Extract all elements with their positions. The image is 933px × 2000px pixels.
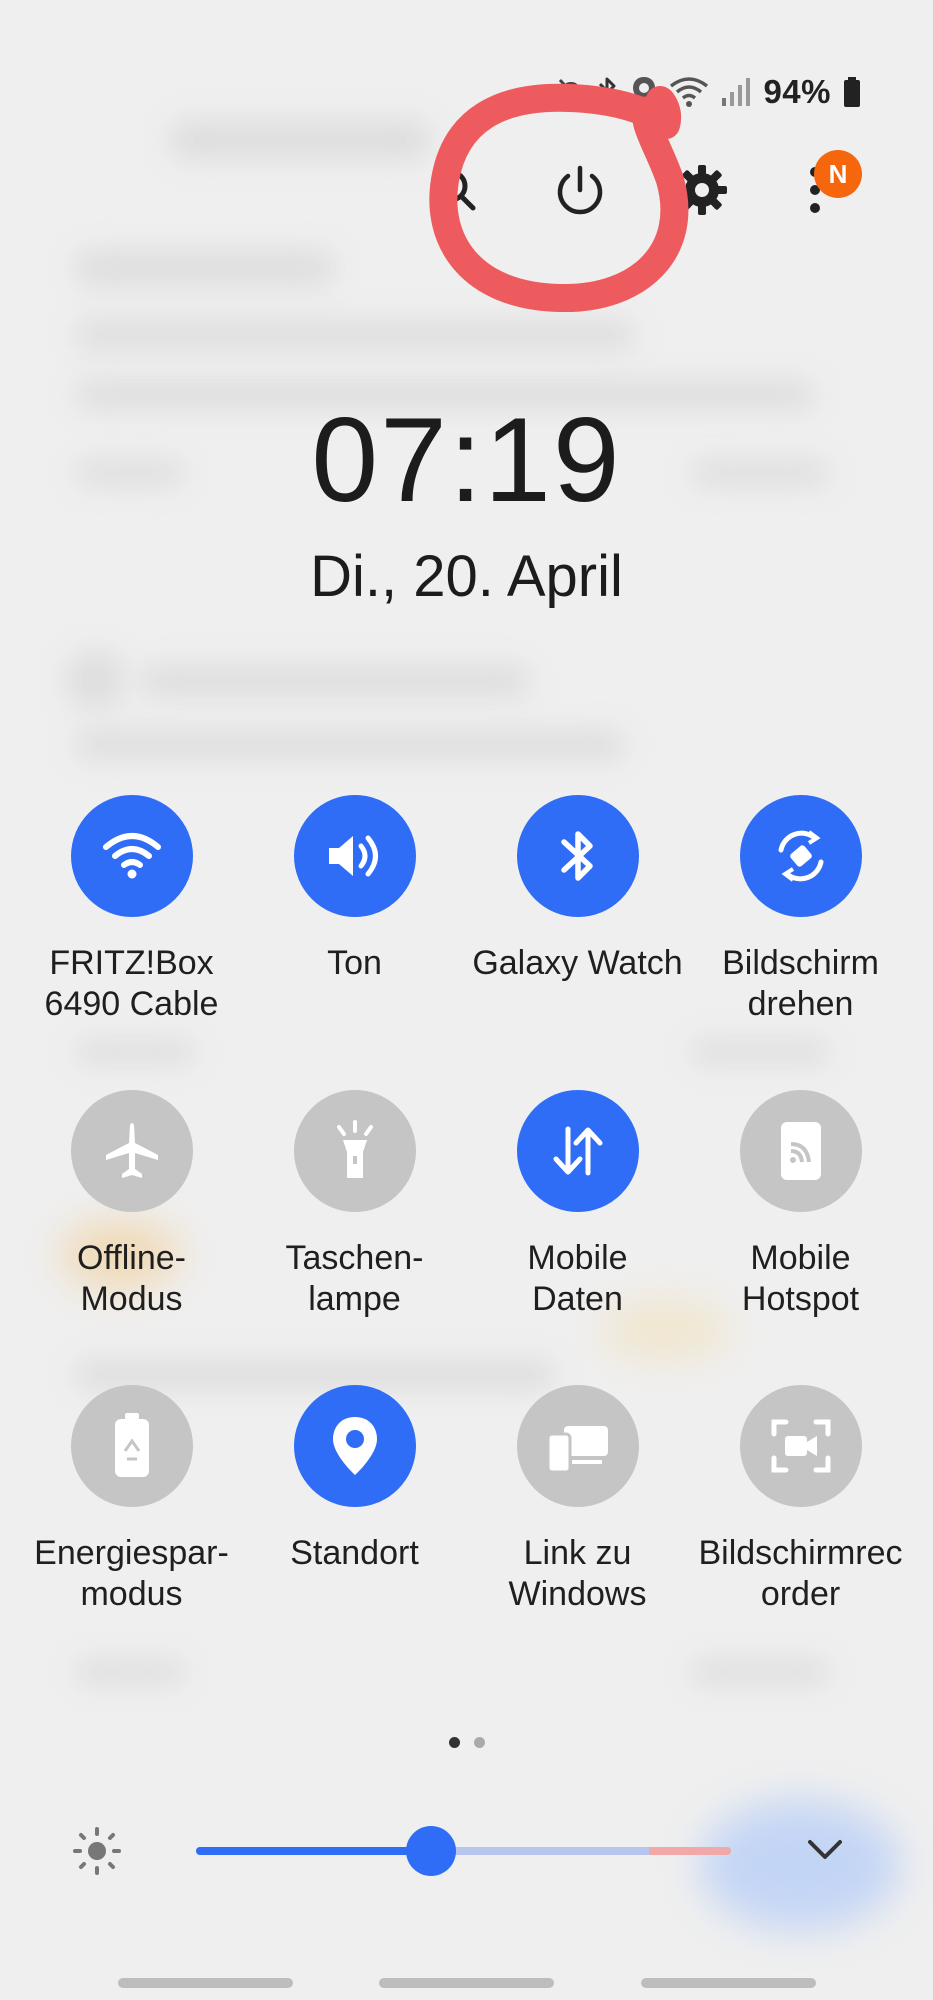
tile-bluetooth[interactable]: Galaxy Watch [466,795,689,1025]
quick-panel-actions [0,150,933,240]
silent-icon [557,76,585,108]
tile-label: Link zu Windows [508,1534,647,1613]
brightness-slider-thumb[interactable] [406,1826,457,1876]
tile-hotspot[interactable]: Mobile Hotspot [689,1090,912,1320]
tile-wifi[interactable]: FRITZ!Box 6490 Cable [20,795,243,1025]
status-bar: 94% [557,72,861,112]
flashlight-icon[interactable] [293,1090,416,1212]
tile-label: Offline- Modus [77,1239,186,1318]
cellular-signal-icon [721,76,751,108]
nav-recents[interactable] [118,1978,293,1988]
page-dot[interactable] [473,1737,485,1748]
bluetooth-icon[interactable] [516,795,639,917]
location-icon [631,75,657,109]
power-icon[interactable] [540,150,620,230]
battery-icon [843,77,861,107]
tile-mobile-data[interactable]: Mobile Daten [466,1090,689,1320]
chevron-down-icon[interactable] [800,1830,850,1870]
screen-recorder-icon[interactable] [739,1385,862,1507]
tile-airplane-mode[interactable]: Offline- Modus [20,1090,243,1320]
tile-screen-recorder[interactable]: Bildschirmrec order [689,1385,912,1615]
brightness-slider-fill [196,1847,432,1855]
link-to-windows-icon[interactable] [516,1385,639,1507]
tile-label: Mobile Hotspot [741,1239,860,1318]
tile-label: Standort [290,1534,419,1572]
auto-rotate-icon[interactable] [739,795,862,917]
tile-power-saving[interactable]: Energiespar- modus [20,1385,243,1615]
page-dot-active[interactable] [448,1737,460,1748]
clock-date: Di., 20. April [310,544,623,609]
notification-badge: N [814,150,862,198]
brightness-slider-track[interactable] [196,1847,731,1855]
wifi-icon [669,76,709,108]
sound-icon[interactable] [293,795,416,917]
tile-auto-rotate[interactable]: Bildschirm drehen [689,795,912,1025]
brightness-icon [72,1826,122,1881]
tile-label: Energiespar- modus [34,1534,229,1613]
tile-location[interactable]: Standort [243,1385,466,1615]
tile-label: FRITZ!Box 6490 Cable [44,944,219,1023]
battery-percentage: 94% [763,73,831,110]
settings-icon[interactable] [662,150,742,230]
location-icon[interactable] [293,1385,416,1507]
tile-label: Taschen- lampe [285,1239,424,1318]
tile-label: Mobile Daten [527,1239,628,1318]
page-indicator [0,1737,933,1748]
tile-label: Bildschirm drehen [722,944,879,1023]
tile-label: Ton [327,944,382,982]
nav-back[interactable] [641,1978,816,1988]
brightness-control [0,1820,933,1880]
quick-settings-grid: FRITZ!Box 6490 Cable Ton Galaxy Watch Bi… [20,795,913,1615]
airplane-icon[interactable] [70,1090,193,1212]
tile-label: Galaxy Watch [472,944,683,982]
hotspot-icon[interactable] [739,1090,862,1212]
wifi-icon[interactable] [70,795,193,917]
tile-sound[interactable]: Ton [243,795,466,1025]
bluetooth-icon [597,75,619,109]
brightness-extra-zone [649,1847,731,1855]
tile-label: Bildschirmrec order [698,1534,903,1613]
tile-flashlight[interactable]: Taschen- lampe [243,1090,466,1320]
tile-link-to-windows[interactable]: Link zu Windows [466,1385,689,1615]
clock-time: 07:19 [311,393,622,527]
power-saving-icon[interactable] [70,1385,193,1507]
mobile-data-icon[interactable] [516,1090,639,1212]
nav-home[interactable] [379,1978,554,1988]
search-icon[interactable] [415,150,495,230]
